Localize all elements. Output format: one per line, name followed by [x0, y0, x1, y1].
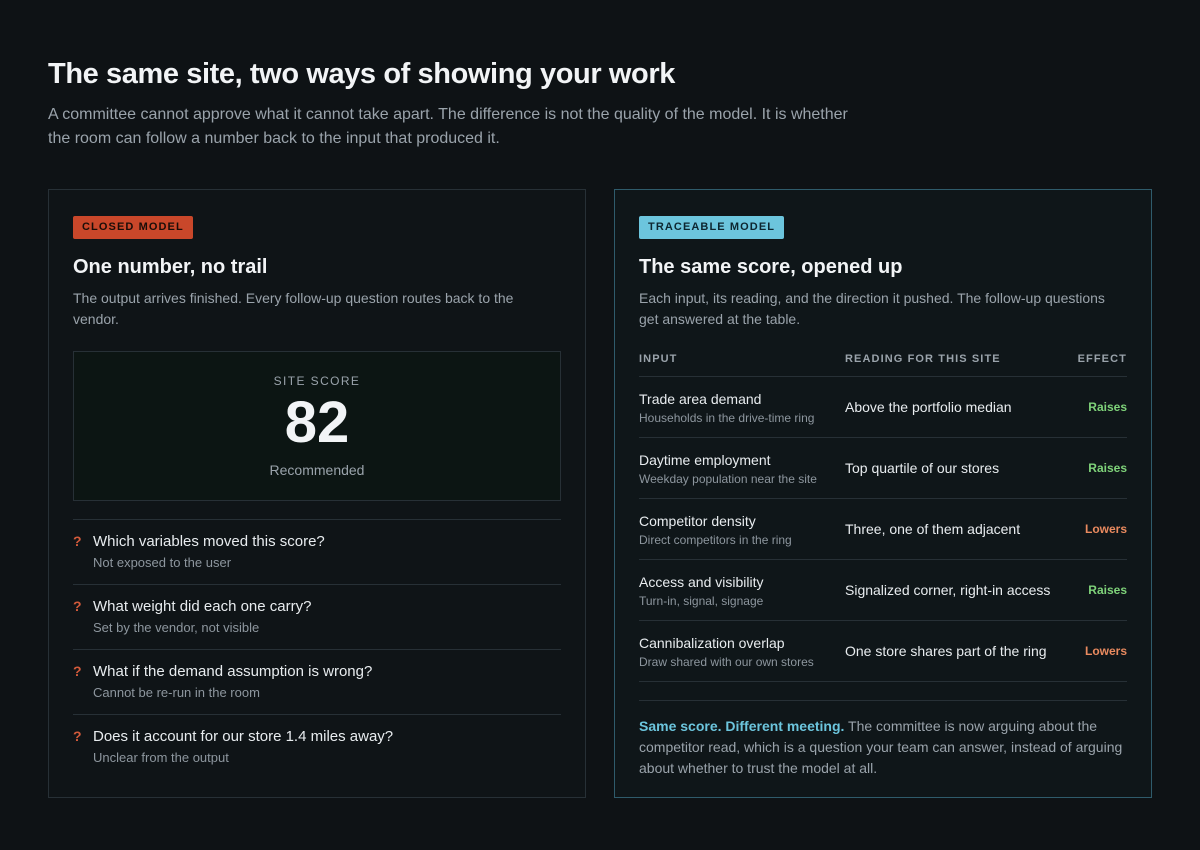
input-title: Access and visibility — [639, 573, 764, 590]
input-title: Cannibalization overlap — [639, 634, 785, 651]
question-text: Which variables moved this score? — [93, 533, 325, 550]
effect-badge: Lowers — [1084, 522, 1127, 536]
effect-badge: Raises — [1088, 461, 1127, 475]
page-subtitle: A committee cannot approve what it canno… — [48, 106, 848, 147]
question-text: What if the demand assumption is wrong? — [93, 663, 373, 680]
score-note: Recommended — [269, 462, 365, 478]
question-answer: Cannot be re-run in the room — [93, 685, 260, 700]
table-row: Access and visibility Turn-in, signal, s… — [639, 560, 1127, 621]
question-mark-icon: ? — [73, 533, 82, 549]
input-subtitle: Draw shared with our own stores — [639, 654, 814, 669]
question-text: What weight did each one carry? — [93, 598, 312, 615]
question-answer: Set by the vendor, not visible — [93, 620, 260, 635]
table-row: Daytime employment Weekday population ne… — [639, 438, 1127, 499]
table-header: INPUT READING FOR THIS SITE EFFECT — [639, 353, 1127, 377]
site-score-box: SITE SCORE 82 Recommended — [73, 351, 561, 501]
score-value: 82 — [284, 390, 350, 455]
reading-cell: Three, one of them adjacent — [845, 521, 1021, 537]
table-row: Trade area demand Households in the driv… — [639, 377, 1127, 438]
traceable-card-subtitle: Each input, its reading, and the directi… — [639, 290, 1105, 327]
question-list: ? Which variables moved this score? Not … — [73, 519, 561, 780]
question-item: ? Which variables moved this score? Not … — [73, 520, 561, 585]
reading-cell: Top quartile of our stores — [845, 460, 1000, 476]
table-row: Competitor density Direct competitors in… — [639, 499, 1127, 560]
column-header-effect: EFFECT — [1077, 353, 1127, 365]
question-answer: Not exposed to the user — [93, 555, 232, 570]
input-title: Trade area demand — [639, 390, 762, 407]
table-row: Cannibalization overlap Draw shared with… — [639, 621, 1127, 682]
reading-cell: Signalized corner, right-in access — [845, 582, 1051, 598]
closed-model-card: CLOSED MODEL One number, no trail The ou… — [48, 189, 586, 798]
input-subtitle: Households in the drive-time ring — [639, 410, 815, 425]
score-label: SITE SCORE — [273, 374, 361, 388]
reading-cell: Above the portfolio median — [845, 399, 1012, 415]
question-text: Does it account for our store 1.4 miles … — [93, 728, 394, 745]
question-item: ? What if the demand assumption is wrong… — [73, 650, 561, 715]
column-header-input: INPUT — [639, 353, 678, 365]
effect-badge: Lowers — [1084, 644, 1127, 658]
effect-badge: Raises — [1088, 583, 1127, 597]
question-item: ? What weight did each one carry? Set by… — [73, 585, 561, 650]
question-item: ? Does it account for our store 1.4 mile… — [73, 715, 561, 780]
page-title: The same site, two ways of showing your … — [48, 58, 675, 90]
input-subtitle: Direct competitors in the ring — [639, 532, 792, 547]
footer-note: Same score. Different meeting. The commi… — [639, 700, 1127, 779]
closed-card-subtitle: The output arrives finished. Every follo… — [73, 290, 514, 327]
effect-badge: Raises — [1088, 400, 1127, 414]
input-subtitle: Weekday population near the site — [639, 471, 817, 486]
input-title: Competitor density — [639, 512, 756, 529]
question-mark-icon: ? — [73, 598, 82, 614]
traceable-model-card: TRACEABLE MODEL The same score, opened u… — [614, 189, 1152, 798]
question-mark-icon: ? — [73, 663, 82, 679]
closed-card-title: One number, no trail — [73, 256, 268, 278]
input-subtitle: Turn-in, signal, signage — [639, 593, 764, 608]
reading-cell: One store shares part of the ring — [845, 643, 1047, 659]
traceable-model-tag: TRACEABLE MODEL — [639, 216, 785, 239]
footer-highlight: Same score. Different meeting. — [639, 718, 845, 734]
closed-model-tag: CLOSED MODEL — [73, 216, 193, 239]
question-answer: Unclear from the output — [93, 750, 229, 765]
input-title: Daytime employment — [639, 451, 771, 468]
column-header-reading: READING FOR THIS SITE — [845, 353, 1001, 365]
question-mark-icon: ? — [73, 728, 82, 744]
traceable-card-title: The same score, opened up — [639, 256, 903, 278]
comparison-cards: CLOSED MODEL One number, no trail The ou… — [48, 189, 1152, 798]
